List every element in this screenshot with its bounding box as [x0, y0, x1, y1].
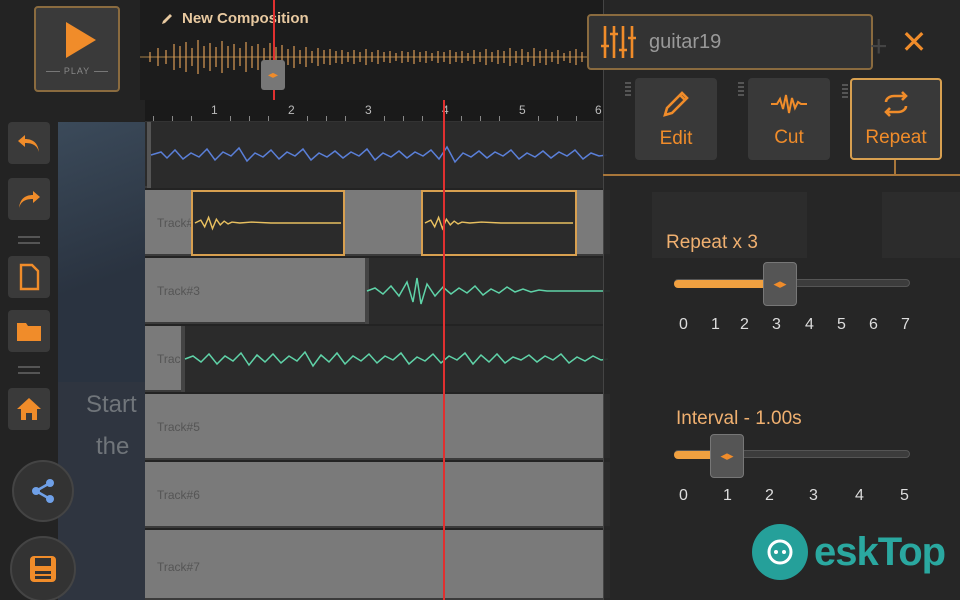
interval-scale-mark: 0 [679, 487, 688, 504]
ruler-mark: 2 [288, 103, 295, 117]
undo-button[interactable] [8, 122, 50, 164]
waveform [194, 215, 342, 231]
repeat-scale-mark: 1 [711, 316, 720, 333]
play-button[interactable]: PLAY [34, 6, 120, 92]
new-file-button[interactable] [8, 256, 50, 298]
waveform-icon [771, 94, 807, 114]
audio-clip-selected[interactable] [191, 190, 345, 256]
interval-scale-mark: 2 [765, 487, 774, 504]
repeat-scale-mark: 4 [805, 316, 814, 333]
track-row-6[interactable]: Track#6 [145, 462, 610, 528]
intro-line-1: Start [86, 391, 137, 418]
cut-label: Cut [774, 127, 804, 148]
waveform [366, 277, 610, 305]
play-icon [66, 22, 96, 58]
interval-scale-mark: 3 [809, 487, 818, 504]
undo-icon [18, 135, 39, 152]
repeat-button[interactable]: Repeat [842, 78, 942, 160]
repeat-scale-mark: 0 [679, 316, 688, 333]
repeat-count-label: Repeat x 3 [666, 232, 758, 253]
intro-text: Start the [86, 384, 137, 468]
open-folder-button[interactable] [8, 310, 50, 352]
track-row-7[interactable]: Track#7 [145, 530, 610, 600]
home-button[interactable] [8, 388, 50, 430]
interval-scale-mark: 4 [855, 487, 864, 504]
repeat-label: Repeat [865, 127, 927, 148]
clip-name-field[interactable]: guitar19 [587, 14, 873, 70]
play-label: PLAY [42, 66, 112, 76]
home-icon [17, 398, 41, 420]
redo-button[interactable] [8, 178, 50, 220]
repeat-scale-mark: 5 [837, 316, 846, 333]
track-name: Track#7 [157, 560, 200, 574]
audio-clip[interactable] [181, 326, 610, 392]
share-button[interactable] [12, 460, 74, 522]
edit-label: Edit [659, 128, 693, 149]
waveform [184, 350, 609, 368]
audio-clip[interactable] [147, 122, 610, 188]
mixer-icon [601, 26, 636, 58]
track-name: Track#6 [157, 488, 200, 502]
interval-slider-thumb[interactable]: ◂▸ [710, 434, 744, 478]
folder-icon [17, 323, 41, 341]
watermark-logo: eskTop [752, 524, 946, 580]
repeat-scale-mark: 7 [901, 316, 910, 333]
watermark-icon [752, 524, 808, 580]
share-icon [32, 479, 54, 503]
waveform [424, 215, 574, 231]
pencil-icon [162, 13, 172, 24]
track-row-2[interactable]: Track#2 [145, 190, 610, 256]
ruler-mark: 6 [595, 103, 602, 117]
save-icon [30, 556, 56, 582]
save-button[interactable] [10, 536, 76, 600]
app-root: Track#2 Track#3 Track#4 Track#5 Track#6 … [0, 0, 960, 600]
interval-scale-mark: 5 [900, 487, 909, 504]
ruler-mark: 3 [365, 103, 372, 117]
overview-waveform [140, 40, 610, 74]
playhead[interactable] [443, 100, 445, 600]
file-icon [19, 263, 40, 291]
track-name: Track#5 [157, 420, 200, 434]
ruler-mark: 5 [519, 103, 526, 117]
intro-line-2: the [96, 433, 130, 460]
pencil-icon [663, 91, 689, 117]
ruler-mark: 1 [211, 103, 218, 117]
track-row-5[interactable]: Track#5 [145, 394, 610, 460]
repeat-scale-mark: 3 [772, 316, 781, 333]
panel-divider [603, 174, 960, 176]
composition-title[interactable]: New Composition [160, 10, 309, 27]
track-row-4[interactable]: Track#4 [145, 326, 610, 392]
composition-title-text: New Composition [182, 10, 309, 27]
intro-panel [58, 122, 145, 600]
cut-button[interactable]: Cut [738, 78, 830, 160]
edit-button[interactable]: Edit [625, 78, 717, 160]
waveform [150, 145, 608, 164]
overview-scroll-handle[interactable]: ◂▸ [261, 60, 285, 90]
track-row-1[interactable] [145, 122, 610, 188]
track-row-3[interactable]: Track#3 [145, 258, 610, 324]
timeline-ruler[interactable]: 1 2 3 4 5 6 [145, 100, 610, 122]
repeat-slider-thumb[interactable]: ◂▸ [763, 262, 797, 306]
interval-label: Interval - 1.00s [676, 408, 802, 429]
watermark-text: eskTop [814, 529, 946, 574]
repeat-scale-mark: 2 [740, 316, 749, 333]
audio-clip[interactable] [365, 258, 610, 324]
repeat-scale-mark: 6 [869, 316, 878, 333]
clip-name-value: guitar19 [649, 30, 722, 53]
repeat-icon [884, 91, 908, 117]
interval-scale-mark: 1 [723, 487, 732, 504]
close-icon[interactable]: ✕ [898, 26, 930, 58]
track-name: Track#3 [157, 284, 200, 298]
add-icon: + [870, 30, 888, 63]
redo-icon [19, 191, 40, 208]
